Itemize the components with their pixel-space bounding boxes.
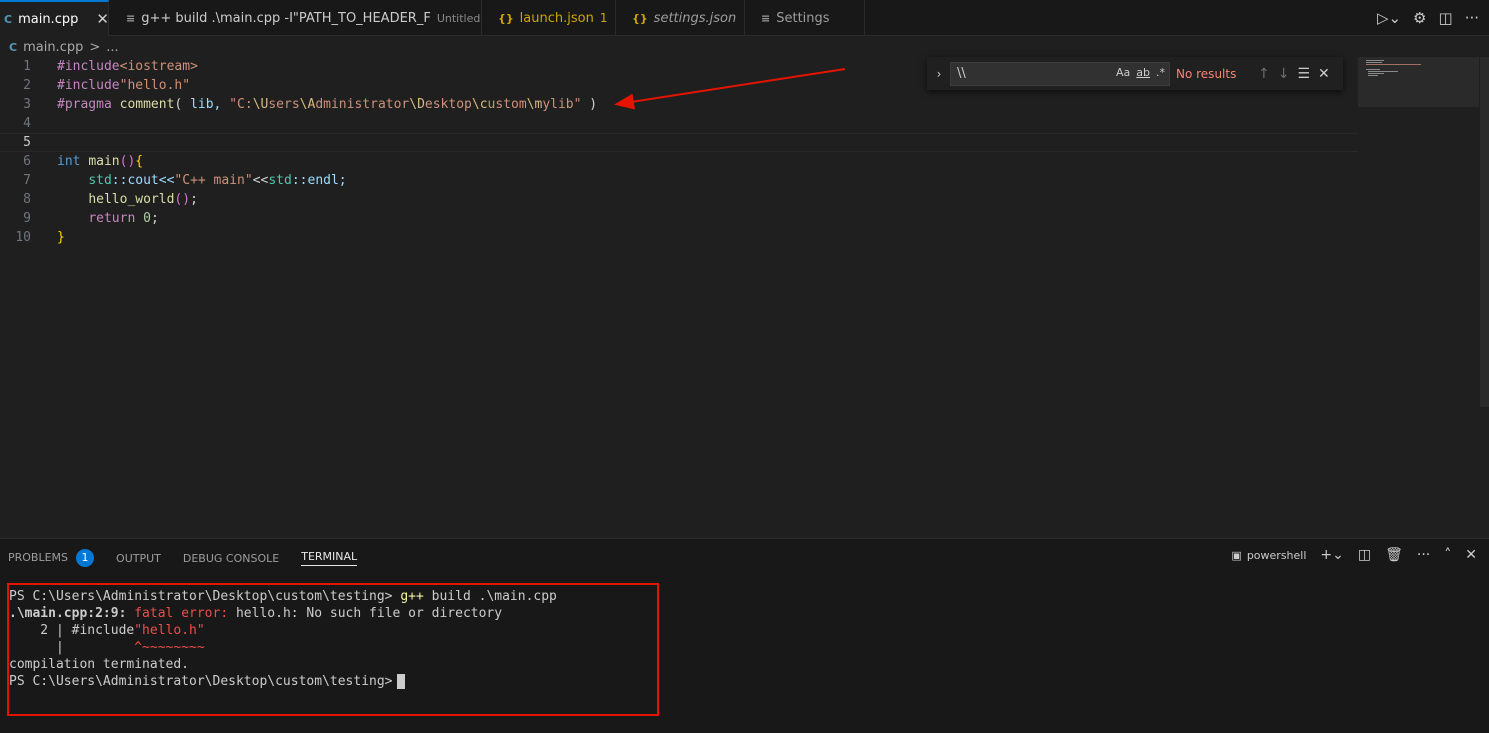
tab-output[interactable]: OUTPUT [116,552,161,565]
terminal-shell-selector[interactable]: ▣ powershell [1231,549,1306,562]
bottom-panel: PROBLEMS 1 OUTPUT DEBUG CONSOLE TERMINAL … [0,538,1489,733]
terminal-output[interactable]: PS C:\Users\Administrator\Desktop\custom… [7,583,659,716]
more-actions-icon[interactable]: ··· [1417,547,1430,563]
terminal-line: PS C:\Users\Administrator\Desktop\custom… [9,589,557,604]
problems-badge: 1 [76,549,95,567]
add-terminal-icon[interactable]: +⌄ [1320,547,1343,563]
chevron-up-icon[interactable]: ˄ [1444,547,1451,563]
close-icon[interactable]: ✕ [1465,547,1477,563]
panel-actions: ▣ powershell +⌄ ◫ 🗑 ··· ˄ ✕ [1231,547,1477,563]
panel-tabs: PROBLEMS 1 OUTPUT DEBUG CONSOLE TERMINAL [8,549,358,567]
tab-debug-console[interactable]: DEBUG CONSOLE [183,552,279,565]
terminal-line: compilation terminated. [9,657,190,672]
tab-problems[interactable]: PROBLEMS 1 [8,549,95,567]
terminal-line: .\main.cpp:2:9: fatal error: hello.h: No… [9,606,503,621]
terminal-line: PS C:\Users\Administrator\Desktop\custom… [9,674,405,691]
terminal-cursor [396,674,405,689]
trash-icon[interactable]: 🗑 [1385,547,1403,563]
terminal-line: 2 | #include"hello.h" [9,623,205,638]
terminal-line: | ^~~~~~~~~ [9,640,205,655]
split-terminal-icon[interactable]: ◫ [1358,547,1371,563]
terminal-icon: ▣ [1231,548,1242,562]
tab-terminal[interactable]: TERMINAL [301,550,358,566]
